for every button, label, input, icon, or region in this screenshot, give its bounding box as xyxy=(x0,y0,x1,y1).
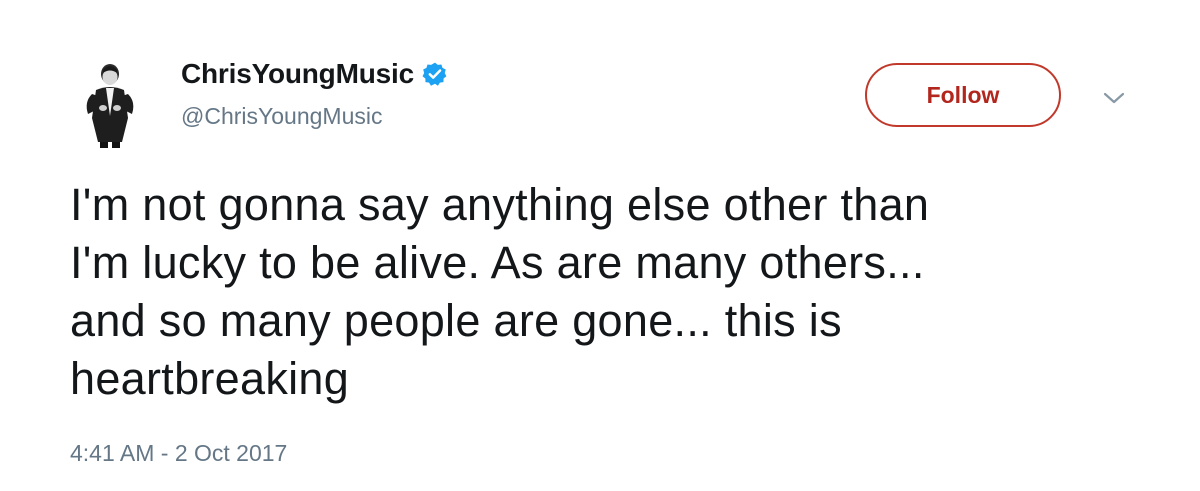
display-name[interactable]: ChrisYoungMusic xyxy=(181,58,414,90)
tweet-text-line: heartbreaking xyxy=(70,353,350,404)
tweet-text-line: I'm not gonna say anything else other th… xyxy=(70,179,930,230)
tweet-card: ChrisYoungMusic @ChrisYoungMusic Follow … xyxy=(0,0,1200,491)
tweet-timestamp[interactable]: 4:41 AM - 2 Oct 2017 xyxy=(70,440,287,467)
more-options-button[interactable] xyxy=(1102,90,1126,106)
avatar[interactable] xyxy=(70,58,150,148)
tweet-text: I'm not gonna say anything else other th… xyxy=(70,176,1130,408)
user-handle[interactable]: @ChrisYoungMusic xyxy=(181,103,382,130)
user-name-row[interactable]: ChrisYoungMusic xyxy=(181,58,448,90)
follow-button[interactable]: Follow xyxy=(865,63,1061,127)
tweet-text-line: and so many people are gone... this is xyxy=(70,295,842,346)
verified-badge-icon xyxy=(422,61,448,87)
chevron-down-icon xyxy=(1103,92,1125,104)
tweet-text-line: I'm lucky to be alive. As are many other… xyxy=(70,237,925,288)
profile-photo-icon xyxy=(86,64,134,148)
